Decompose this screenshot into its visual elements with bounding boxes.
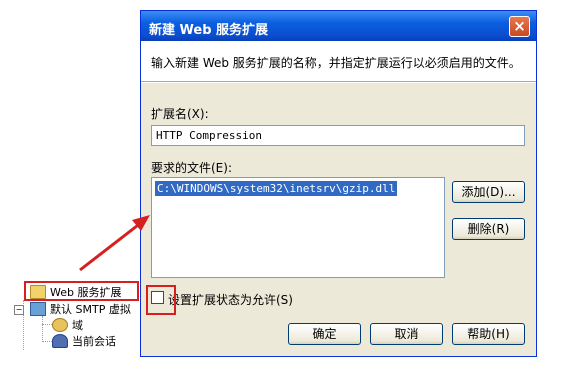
tree-item-label: 域 [72, 319, 83, 332]
dialog-title: 新建 Web 服务扩展 [149, 23, 269, 38]
help-button[interactable]: 帮助(H) [452, 323, 525, 345]
tree-item-label: 当前会话 [72, 335, 116, 348]
new-web-service-extension-dialog: 新建 Web 服务扩展 × 输入新建 Web 服务扩展的名称，并指定扩展运行以必… [140, 10, 537, 357]
tree-item-label: 默认 SMTP 虚拟 [50, 303, 131, 316]
allow-status-label[interactable]: 设置扩展状态为允许(S) [168, 291, 293, 308]
extension-name-label: 扩展名(X): [151, 107, 209, 121]
dialog-titlebar[interactable]: 新建 Web 服务扩展 × [141, 11, 536, 41]
add-button[interactable]: 添加(D)... [452, 181, 525, 203]
tree-expander[interactable]: − [14, 305, 24, 315]
dialog-description: 输入新建 Web 服务扩展的名称，并指定扩展运行以必须启用的文件。 [151, 56, 521, 70]
remove-button[interactable]: 删除(R) [452, 218, 525, 240]
cancel-button-label: 取消 [394, 327, 419, 341]
remove-button-label: 删除(R) [467, 222, 510, 236]
dialog-header: 输入新建 Web 服务扩展的名称，并指定扩展运行以必须启用的文件。 [141, 41, 536, 81]
help-button-label: 帮助(H) [467, 327, 510, 341]
header-divider [141, 81, 536, 83]
session-icon [52, 334, 68, 348]
extension-name-input[interactable] [151, 125, 525, 146]
list-item[interactable]: C:\WINDOWS\system32\inetsrv\gzip.dll [155, 181, 398, 196]
required-files-label: 要求的文件(E): [151, 161, 232, 175]
cancel-button[interactable]: 取消 [370, 323, 443, 345]
highlight-box-tree-item [24, 281, 139, 301]
required-files-list[interactable]: C:\WINDOWS\system32\inetsrv\gzip.dll [151, 177, 445, 278]
domain-icon [52, 318, 68, 332]
tree-item-current-sessions[interactable]: 当前会话 [52, 333, 116, 349]
smtp-server-icon [30, 302, 46, 316]
ok-button-label: 确定 [312, 327, 337, 341]
close-button[interactable]: × [509, 16, 530, 37]
tree-item-smtp-server[interactable]: 默认 SMTP 虚拟 [30, 301, 131, 317]
tree-connector [42, 324, 52, 325]
ok-button[interactable]: 确定 [288, 323, 361, 345]
tree-item-domain[interactable]: 域 [52, 317, 83, 333]
add-button-label: 添加(D)... [461, 185, 516, 199]
tree-connector [42, 316, 43, 342]
highlight-box-checkbox [146, 285, 176, 315]
close-icon: × [513, 17, 526, 35]
tree-connector [42, 341, 52, 342]
